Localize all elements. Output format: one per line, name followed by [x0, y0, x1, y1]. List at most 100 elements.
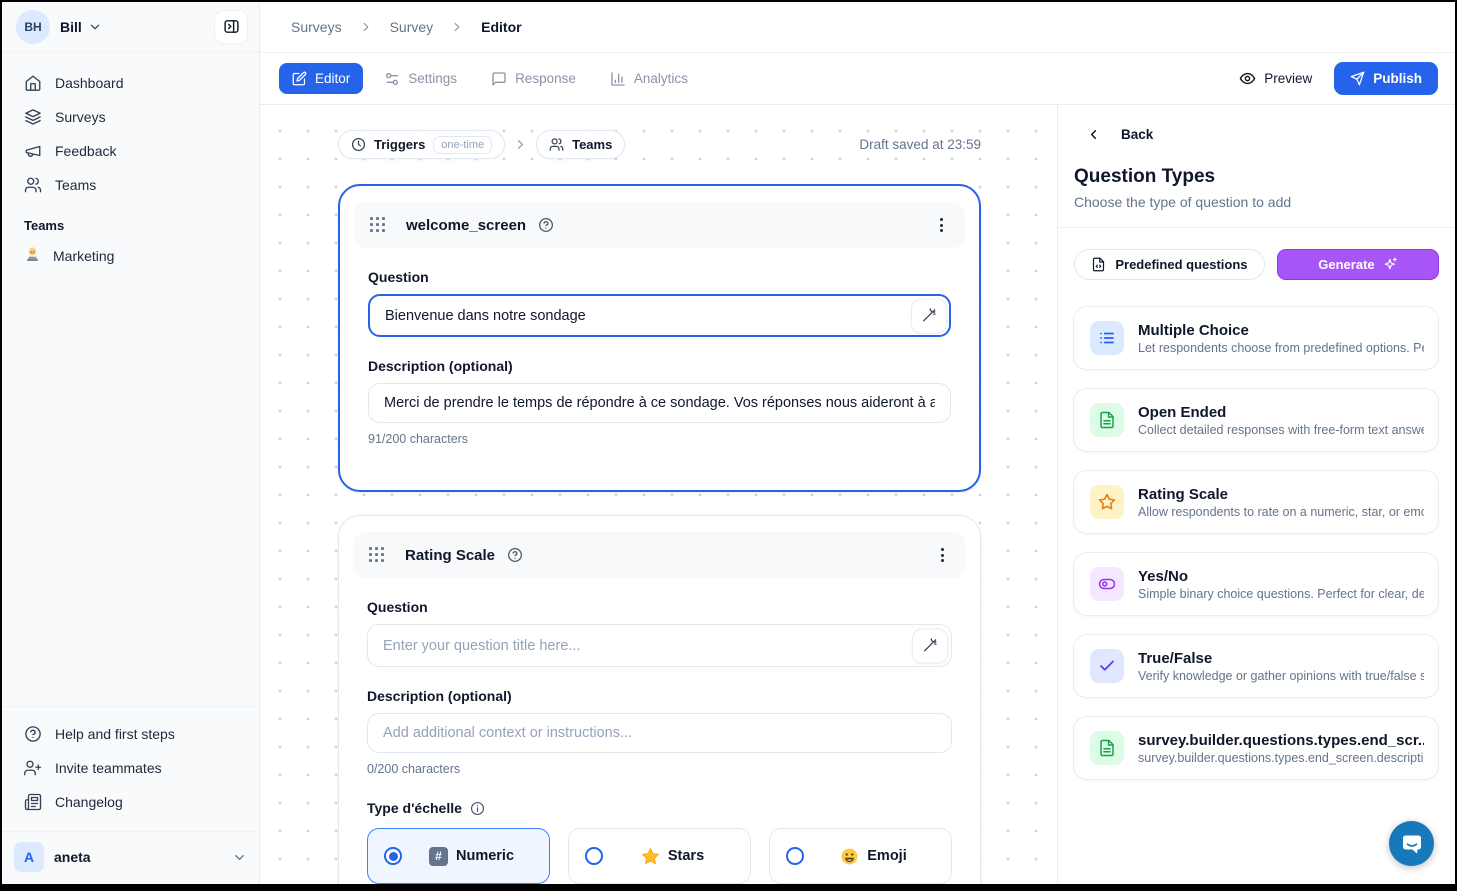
- survey-canvas: Triggers one-time Teams Draft saved at 2…: [260, 105, 1057, 884]
- smiley-emoji-icon: [840, 847, 859, 866]
- help-circle-icon[interactable]: [507, 547, 523, 563]
- publish-button[interactable]: Publish: [1334, 62, 1438, 95]
- chevron-right-icon: [359, 20, 373, 34]
- draft-status: Draft saved at 23:59: [859, 137, 981, 152]
- question-title-input[interactable]: [368, 294, 951, 337]
- description-label: Description (optional): [368, 358, 951, 374]
- breadcrumb-survey[interactable]: Survey: [390, 19, 434, 35]
- user-plus-icon: [24, 759, 42, 777]
- megaphone-icon: [24, 142, 42, 160]
- question-type-end-screen[interactable]: survey.builder.questions.types.end_scr..…: [1073, 716, 1439, 780]
- card-header: Rating Scale: [353, 532, 966, 578]
- main-area: Surveys Survey Editor Editor Setting: [260, 2, 1455, 884]
- drag-handle-icon[interactable]: [370, 217, 386, 233]
- scale-option-numeric[interactable]: # Numeric: [367, 828, 550, 884]
- send-icon: [1350, 71, 1365, 86]
- scale-option-label: Stars: [668, 848, 704, 864]
- user-name[interactable]: Bill: [60, 19, 82, 35]
- drag-handle-icon[interactable]: [369, 547, 385, 563]
- scale-option-stars[interactable]: Stars: [568, 828, 751, 884]
- tab-settings[interactable]: Settings: [371, 63, 470, 95]
- generate-button[interactable]: Generate: [1277, 249, 1439, 280]
- teams-chip-label: Teams: [572, 137, 612, 152]
- app-window: BH Bill Dashboard Surveys: [2, 2, 1455, 884]
- description-input[interactable]: [368, 383, 951, 423]
- radio-checked-icon: [384, 847, 402, 865]
- workspace-name: aneta: [54, 849, 91, 865]
- tab-editor[interactable]: Editor: [279, 63, 363, 94]
- sidebar-item-help[interactable]: Help and first steps: [12, 717, 249, 751]
- kebab-menu-icon[interactable]: [935, 542, 950, 568]
- tab-analytics[interactable]: Analytics: [597, 63, 701, 95]
- chevron-down-icon[interactable]: [232, 850, 247, 865]
- radio-unchecked-icon: [585, 847, 603, 865]
- breadcrumb-surveys[interactable]: Surveys: [291, 19, 342, 35]
- panel-subtitle: Choose the type of question to add: [1058, 188, 1455, 210]
- question-label: Question: [367, 599, 952, 615]
- card-title: welcome_screen: [406, 217, 526, 234]
- type-description: Verify knowledge or gather opinions with…: [1138, 669, 1424, 683]
- sidebar-nav: Dashboard Surveys Feedback Teams: [2, 52, 259, 202]
- sidebar-item-changelog[interactable]: Changelog: [12, 785, 249, 819]
- collapse-sidebar-button[interactable]: [215, 11, 247, 43]
- sidebar-item-label: Dashboard: [55, 75, 124, 91]
- question-card-rating-scale[interactable]: Rating Scale Question: [338, 515, 981, 884]
- help-circle-icon[interactable]: [538, 217, 554, 233]
- sidebar-item-label: Feedback: [55, 143, 116, 159]
- info-icon[interactable]: [470, 801, 485, 816]
- sidebar-item-feedback[interactable]: Feedback: [12, 134, 249, 168]
- question-type-rating-scale[interactable]: Rating Scale Allow respondents to rate o…: [1073, 470, 1439, 534]
- question-type-true-false[interactable]: True/False Verify knowledge or gather op…: [1073, 634, 1439, 698]
- type-description: Let respondents choose from predefined o…: [1138, 341, 1424, 355]
- chat-launcher-button[interactable]: [1389, 821, 1434, 866]
- radio-unchecked-icon: [786, 847, 804, 865]
- magic-wand-icon[interactable]: [911, 298, 947, 333]
- tab-label: Editor: [315, 71, 350, 86]
- workspace-switcher[interactable]: A aneta: [2, 831, 259, 884]
- team-item-label: Marketing: [53, 248, 114, 264]
- description-input[interactable]: [367, 713, 952, 753]
- triggers-chip-label: Triggers: [374, 137, 425, 152]
- newspaper-icon: [24, 793, 42, 811]
- question-card-welcome-screen[interactable]: welcome_screen Question: [338, 184, 981, 492]
- pencil-square-icon: [292, 71, 307, 86]
- type-description: survey.builder.questions.types.end_scree…: [1138, 751, 1424, 765]
- sidebar-header: BH Bill: [2, 2, 259, 52]
- chevron-down-icon[interactable]: [88, 20, 102, 34]
- type-title: survey.builder.questions.types.end_scr..…: [1138, 732, 1424, 749]
- sidebar-item-dashboard[interactable]: Dashboard: [12, 66, 249, 100]
- preview-button[interactable]: Preview: [1239, 70, 1312, 87]
- type-description: Simple binary choice questions. Perfect …: [1138, 587, 1424, 601]
- predefined-questions-button[interactable]: Predefined questions: [1074, 249, 1265, 280]
- sidebar-item-invite[interactable]: Invite teammates: [12, 751, 249, 785]
- scale-option-label: Numeric: [456, 848, 514, 864]
- eye-icon: [1239, 70, 1256, 87]
- question-type-multiple-choice[interactable]: Multiple Choice Let respondents choose f…: [1073, 306, 1439, 370]
- check-icon: [1090, 649, 1124, 683]
- sidebar-item-surveys[interactable]: Surveys: [12, 100, 249, 134]
- triggers-chip[interactable]: Triggers one-time: [338, 130, 505, 159]
- scale-type-options: # Numeric Stars: [367, 828, 952, 884]
- back-button[interactable]: Back: [1058, 105, 1455, 142]
- editor-toolbar: Editor Settings Response Analytics: [260, 53, 1455, 105]
- tab-label: Settings: [408, 71, 457, 86]
- sidebar-item-teams[interactable]: Teams: [12, 168, 249, 202]
- numeric-keycap-icon: #: [429, 847, 448, 866]
- tab-response[interactable]: Response: [478, 63, 589, 95]
- card-header: welcome_screen: [354, 202, 965, 248]
- scale-option-label: Emoji: [867, 848, 906, 864]
- question-type-yes-no[interactable]: Yes/No Simple binary choice questions. P…: [1073, 552, 1439, 616]
- type-title: Multiple Choice: [1138, 322, 1424, 339]
- teams-chip[interactable]: Teams: [536, 130, 625, 159]
- sidebar-team-marketing[interactable]: Marketing: [12, 239, 249, 273]
- file-code-icon: [1091, 257, 1106, 272]
- user-avatar[interactable]: BH: [16, 10, 50, 44]
- question-title-input[interactable]: [367, 624, 952, 667]
- kebab-menu-icon[interactable]: [934, 212, 949, 238]
- magic-wand-icon[interactable]: [912, 628, 948, 663]
- scale-option-emoji[interactable]: Emoji: [769, 828, 952, 884]
- home-icon: [24, 74, 42, 92]
- panel-actions: Predefined questions Generate: [1058, 228, 1455, 280]
- sidebar-item-label: Changelog: [55, 794, 123, 810]
- question-type-open-ended[interactable]: Open Ended Collect detailed responses wi…: [1073, 388, 1439, 452]
